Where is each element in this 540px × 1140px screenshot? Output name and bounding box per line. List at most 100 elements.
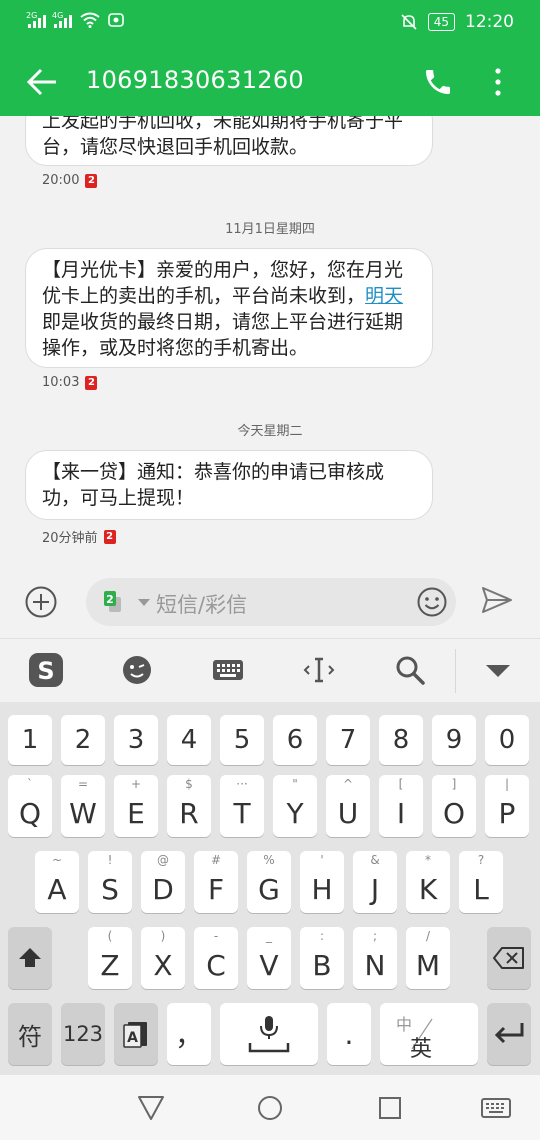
key-secondary-label: ` xyxy=(27,777,33,791)
digit-key-8[interactable]: 8 xyxy=(379,715,423,765)
shift-arrow-icon xyxy=(19,948,41,967)
message-bubble[interactable]: 【月光优卡】亲爱的用户，您好，您在月光优卡上的卖出的手机，平台尚未收到，明天即是… xyxy=(25,248,433,368)
letter-key-c[interactable]: -C xyxy=(194,927,238,989)
key-secondary-label: ··· xyxy=(236,777,248,791)
microphone-icon xyxy=(248,1016,290,1053)
digit-key-4[interactable]: 4 xyxy=(167,715,211,765)
key-secondary-label: * xyxy=(425,853,431,867)
search-icon[interactable] xyxy=(393,653,427,687)
digit-key-5[interactable]: 5 xyxy=(220,715,264,765)
key-label: J xyxy=(370,873,380,906)
sim-dropdown-icon[interactable] xyxy=(138,599,150,606)
cursor-move-icon[interactable] xyxy=(302,653,336,687)
keyboard-layout-icon[interactable] xyxy=(211,653,245,687)
letter-key-b[interactable]: :B xyxy=(300,927,344,989)
more-options-icon[interactable] xyxy=(486,64,510,100)
key-secondary-label: ' xyxy=(320,853,324,867)
letter-key-q[interactable]: ` Q xyxy=(8,775,52,837)
sogou-logo-icon[interactable]: S xyxy=(28,652,64,688)
date-link[interactable]: 明天 xyxy=(365,285,403,307)
message-text: 上发起的手机回收，未能如期将手机寄于平台，请您尽快退回手机回收款。 xyxy=(42,116,404,158)
key-secondary-label: ) xyxy=(160,929,166,943)
digit-key-7[interactable]: 7 xyxy=(326,715,370,765)
send-icon[interactable] xyxy=(480,585,514,615)
period-key[interactable]: . xyxy=(327,1003,371,1065)
enter-key[interactable] xyxy=(487,1003,531,1065)
key-secondary-label: - xyxy=(213,929,219,943)
comma-key[interactable]: ， xyxy=(167,1003,211,1065)
nav-keyboard-icon[interactable] xyxy=(480,1093,512,1123)
key-secondary-label: ] xyxy=(451,777,457,791)
add-attachment-icon[interactable] xyxy=(24,585,58,619)
key-secondary-label: & xyxy=(370,853,380,867)
input-mode-key[interactable]: A xyxy=(114,1003,158,1065)
letter-key-t[interactable]: ··· T xyxy=(220,775,264,837)
emoji-face-icon[interactable] xyxy=(120,653,154,687)
digit-key-1[interactable]: 1 xyxy=(8,715,52,765)
letter-key-r[interactable]: $ R xyxy=(167,775,211,837)
key-secondary-label: / xyxy=(425,929,431,943)
letter-key-d[interactable]: @ D xyxy=(141,851,185,913)
digit-key-2[interactable]: 2 xyxy=(61,715,105,765)
nav-home-icon[interactable] xyxy=(255,1093,285,1123)
message-meta: 20分钟前 2 xyxy=(42,527,116,546)
key-label: V xyxy=(259,949,279,982)
mute-icon xyxy=(401,14,417,30)
key-secondary-label: _ xyxy=(266,929,272,943)
space-key[interactable] xyxy=(220,1003,318,1065)
letter-key-m[interactable]: / M xyxy=(406,927,450,989)
letter-key-z[interactable]: (Z xyxy=(88,927,132,989)
number-key[interactable]: 123 xyxy=(61,1003,105,1065)
shift-key[interactable] xyxy=(8,927,52,989)
letter-key-k[interactable]: * K xyxy=(406,851,450,913)
digit-key-9[interactable]: 9 xyxy=(432,715,476,765)
key-secondary-label: % xyxy=(263,853,275,867)
composer-bar: 2 短信/彩信 xyxy=(0,561,540,639)
key-label: I xyxy=(396,797,406,830)
digit-key-3[interactable]: 3 xyxy=(114,715,158,765)
message-bubble[interactable]: 【来一贷】通知：恭喜你的申请已审核成功，可马上提现！ xyxy=(25,450,433,520)
digit-key-6[interactable]: 6 xyxy=(273,715,317,765)
message-list[interactable]: 上发起的手机回收，未能如期将手机寄于平台，请您尽快退回手机回收款。 20:00 … xyxy=(0,116,540,561)
key-label: Y xyxy=(286,797,304,830)
letter-key-h[interactable]: ' H xyxy=(300,851,344,913)
letter-key-u[interactable]: ^ U xyxy=(326,775,370,837)
letter-key-v[interactable]: _ V xyxy=(247,927,291,989)
key-label: A xyxy=(47,873,67,906)
sim-card-icon[interactable]: 2 xyxy=(104,591,122,613)
emoji-icon[interactable] xyxy=(416,586,448,618)
letter-key-g[interactable]: % G xyxy=(247,851,291,913)
letter-key-a[interactable]: ~ A xyxy=(35,851,79,913)
key-label: B xyxy=(312,949,332,982)
letter-key-o[interactable]: ] O xyxy=(432,775,476,837)
letter-key-w[interactable]: = W xyxy=(61,775,105,837)
collapse-keyboard-icon[interactable] xyxy=(481,653,515,687)
contact-number: 10691830631260 xyxy=(86,66,304,94)
backspace-key[interactable] xyxy=(487,927,531,989)
message-input[interactable]: 短信/彩信 xyxy=(156,589,247,619)
letter-key-x[interactable]: ) X xyxy=(141,927,185,989)
message-input-box[interactable]: 2 短信/彩信 xyxy=(86,578,456,626)
nav-recents-icon[interactable] xyxy=(375,1093,405,1123)
nav-back-icon[interactable] xyxy=(136,1093,166,1123)
key-label: N xyxy=(364,949,386,982)
letter-key-i[interactable]: [I xyxy=(379,775,423,837)
letter-key-y[interactable]: " Y xyxy=(273,775,317,837)
letter-key-p[interactable]: | P xyxy=(485,775,529,837)
phone-call-icon[interactable] xyxy=(422,66,454,98)
letter-key-f[interactable]: # F xyxy=(194,851,238,913)
back-arrow-icon[interactable] xyxy=(24,64,60,100)
key-secondary-label: + xyxy=(130,777,142,791)
letter-key-e[interactable]: + E xyxy=(114,775,158,837)
digit-key-0[interactable]: 0 xyxy=(485,715,529,765)
letter-key-s[interactable]: ! S xyxy=(88,851,132,913)
letter-key-n[interactable]: ; N xyxy=(353,927,397,989)
message-bubble[interactable]: 上发起的手机回收，未能如期将手机寄于平台，请您尽快退回手机回收款。 xyxy=(25,116,433,166)
key-secondary-label: = xyxy=(77,777,89,791)
app-notification-icon xyxy=(108,13,124,27)
svg-text:A: A xyxy=(127,1030,138,1046)
language-switch-key[interactable]: 中 英 xyxy=(380,1003,478,1065)
symbol-key[interactable]: 符 xyxy=(8,1003,52,1065)
letter-key-j[interactable]: & J xyxy=(353,851,397,913)
letter-key-l[interactable]: ? L xyxy=(459,851,503,913)
